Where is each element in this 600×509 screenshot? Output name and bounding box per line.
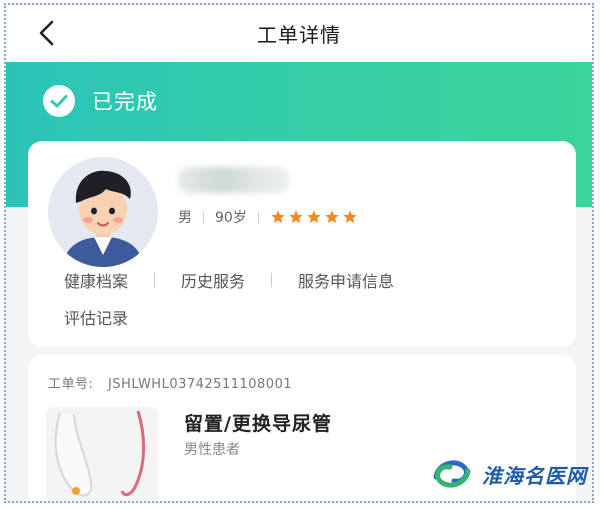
check-circle-icon — [43, 85, 75, 117]
profile-links: 健康档案 历史服务 服务申请信息 评估记录 — [64, 265, 564, 332]
page-title: 工单详情 — [257, 23, 341, 47]
catheter-image[interactable] — [46, 407, 158, 503]
link-service-history[interactable]: 历史服务 — [181, 268, 245, 292]
divider — [154, 273, 156, 287]
watermark-text: 淮海名医网 — [482, 463, 587, 488]
status-label: 已完成 — [92, 90, 158, 114]
phone-screen: 工单详情 已完成 男 90岁 健康档案 历史服务 服务申请信息 评估记录 工单号… — [4, 3, 594, 503]
patient-meta: 男 90岁 — [178, 207, 358, 227]
star-icon — [307, 210, 321, 223]
patient-card: 男 90岁 健康档案 历史服务 服务申请信息 评估记录 — [28, 141, 576, 347]
watermark-logo — [433, 460, 471, 488]
order-number-label: 工单号: — [48, 377, 94, 392]
status-indicator: 已完成 — [42, 84, 158, 118]
age-text: 90岁 — [215, 210, 247, 226]
divider — [271, 273, 273, 287]
star-icon — [271, 210, 285, 223]
link-health-record[interactable]: 健康档案 — [64, 268, 128, 292]
star-icon — [325, 210, 339, 223]
gender-text: 男 — [178, 210, 192, 226]
service-subtitle: 男性患者 — [184, 442, 240, 458]
watermark: 淮海名医网 — [430, 457, 587, 491]
avatar — [48, 157, 158, 267]
order-number: 工单号: JSHLWHL03742511108001 — [48, 373, 292, 392]
chevron-left-icon[interactable] — [34, 19, 60, 47]
service-title: 留置/更换导尿管 — [184, 413, 332, 435]
rating-stars — [270, 209, 358, 225]
star-icon — [343, 210, 357, 223]
patient-name-blurred — [178, 167, 290, 193]
order-number-value: JSHLWHL03742511108001 — [108, 377, 293, 392]
divider — [257, 211, 259, 223]
divider — [203, 211, 204, 223]
link-assessment-record[interactable]: 评估记录 — [64, 305, 128, 329]
star-icon — [289, 210, 303, 223]
link-service-request-info[interactable]: 服务申请信息 — [298, 268, 394, 292]
nav-bar: 工单详情 — [6, 5, 592, 62]
